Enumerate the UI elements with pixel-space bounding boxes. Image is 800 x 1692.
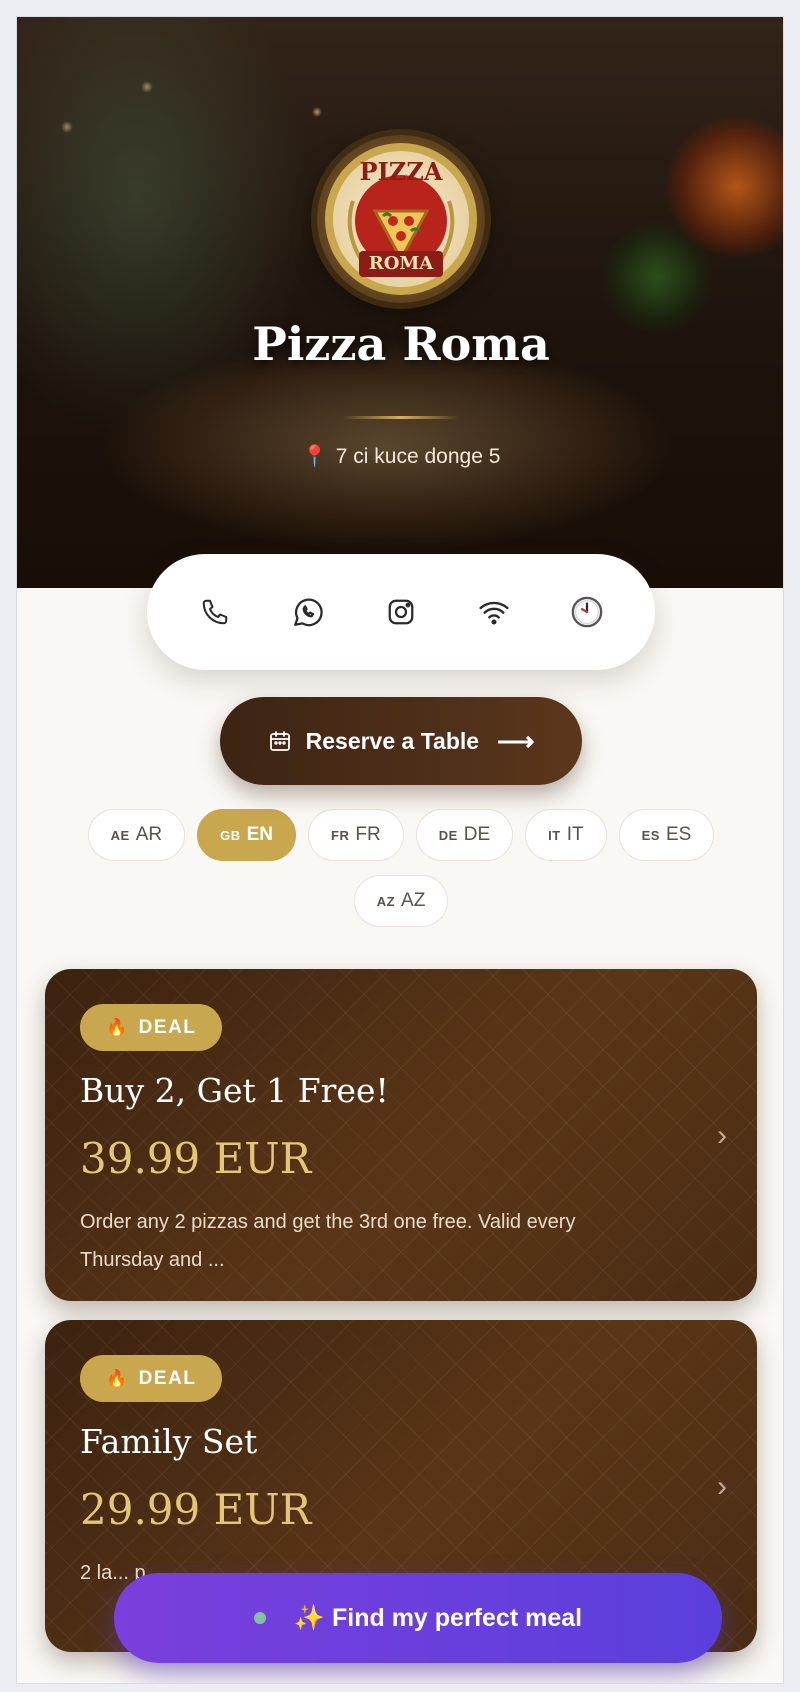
restaurant-logo: PIZZA ROMA: [317, 135, 485, 303]
deal-description: Order any 2 pizzas and get the 3rd one f…: [80, 1211, 576, 1271]
language-ar[interactable]: AE AR: [87, 809, 186, 861]
chevron-right-icon: ›: [717, 1119, 727, 1152]
flag-de: DE: [438, 827, 458, 843]
deal-title: Family Set: [80, 1422, 258, 1461]
chevron-right-icon: ›: [717, 1470, 727, 1503]
deal-badge: 🔥 DEAL: [80, 1355, 223, 1402]
deal-badge-label: DEAL: [138, 1016, 197, 1038]
deal-card[interactable]: 🔥 DEAL Buy 2, Get 1 Free! 39.99 EUR Orde…: [45, 969, 757, 1301]
language-en[interactable]: GB EN: [197, 809, 297, 861]
contact-actions-bar: [147, 554, 655, 670]
arrow-right-icon: ⟶: [497, 725, 535, 756]
restaurant-address: 📍 7 ci kuce donge 5: [17, 445, 783, 469]
reserve-table-label: Reserve a Table: [305, 727, 480, 754]
language-code: DE: [463, 824, 491, 845]
language-code: AZ: [401, 890, 426, 911]
language-es[interactable]: ES ES: [618, 809, 715, 861]
logo-bottom-text: ROMA: [368, 253, 434, 274]
language-it[interactable]: IT IT: [525, 809, 607, 861]
find-meal-label: ✨ Find my perfect meal: [293, 1603, 583, 1632]
restaurant-name: Pizza Roma: [252, 317, 550, 371]
flag-az: AZ: [376, 893, 396, 909]
app-frame: PIZZA ROMA Pizza Roma 📍 7 ci kuce donge 5: [16, 16, 784, 1684]
deal-badge-label: DEAL: [138, 1367, 197, 1389]
fire-icon: 🔥: [106, 1017, 129, 1037]
flag-ae: AE: [110, 827, 130, 843]
deal-title: Buy 2, Get 1 Free!: [80, 1071, 389, 1110]
deal-price: 29.99 EUR: [80, 1485, 312, 1534]
language-az[interactable]: AZ AZ: [353, 875, 449, 927]
deal-price: 39.99 EUR: [80, 1134, 312, 1183]
language-code: IT: [566, 824, 584, 845]
language-code: FR: [355, 824, 381, 845]
status-dot-icon: [253, 1612, 266, 1624]
fire-icon: 🔥: [106, 1368, 129, 1388]
flag-es: ES: [641, 827, 660, 843]
flag-gb: GB: [220, 827, 241, 843]
logo-top-text: PIZZA: [359, 157, 443, 186]
calendar-icon: [269, 731, 290, 751]
flag-it: IT: [548, 827, 561, 843]
language-code: AR: [135, 824, 163, 845]
title-divider: [343, 416, 459, 419]
deal-badge: 🔥 DEAL: [80, 1004, 223, 1051]
flag-fr: FR: [331, 827, 350, 843]
instagram-icon[interactable]: [381, 592, 421, 632]
address-text: 7 ci kuce donge 5: [335, 445, 501, 468]
language-code: EN: [246, 824, 274, 845]
find-meal-button[interactable]: ✨ Find my perfect meal: [114, 1573, 722, 1663]
clock-icon[interactable]: [567, 592, 607, 632]
language-de[interactable]: DE DE: [415, 809, 514, 861]
phone-icon[interactable]: [195, 592, 235, 632]
language-fr[interactable]: FR FR: [308, 809, 404, 861]
language-code: ES: [665, 824, 692, 845]
wifi-icon[interactable]: [474, 592, 514, 632]
whatsapp-icon[interactable]: [288, 592, 328, 632]
location-pin-icon: 📍: [301, 445, 328, 468]
language-selector: AE AR GB EN FR FR DE DE IT IT ES ES AZ A…: [77, 809, 725, 927]
reserve-table-button[interactable]: Reserve a Table ⟶: [220, 697, 582, 785]
